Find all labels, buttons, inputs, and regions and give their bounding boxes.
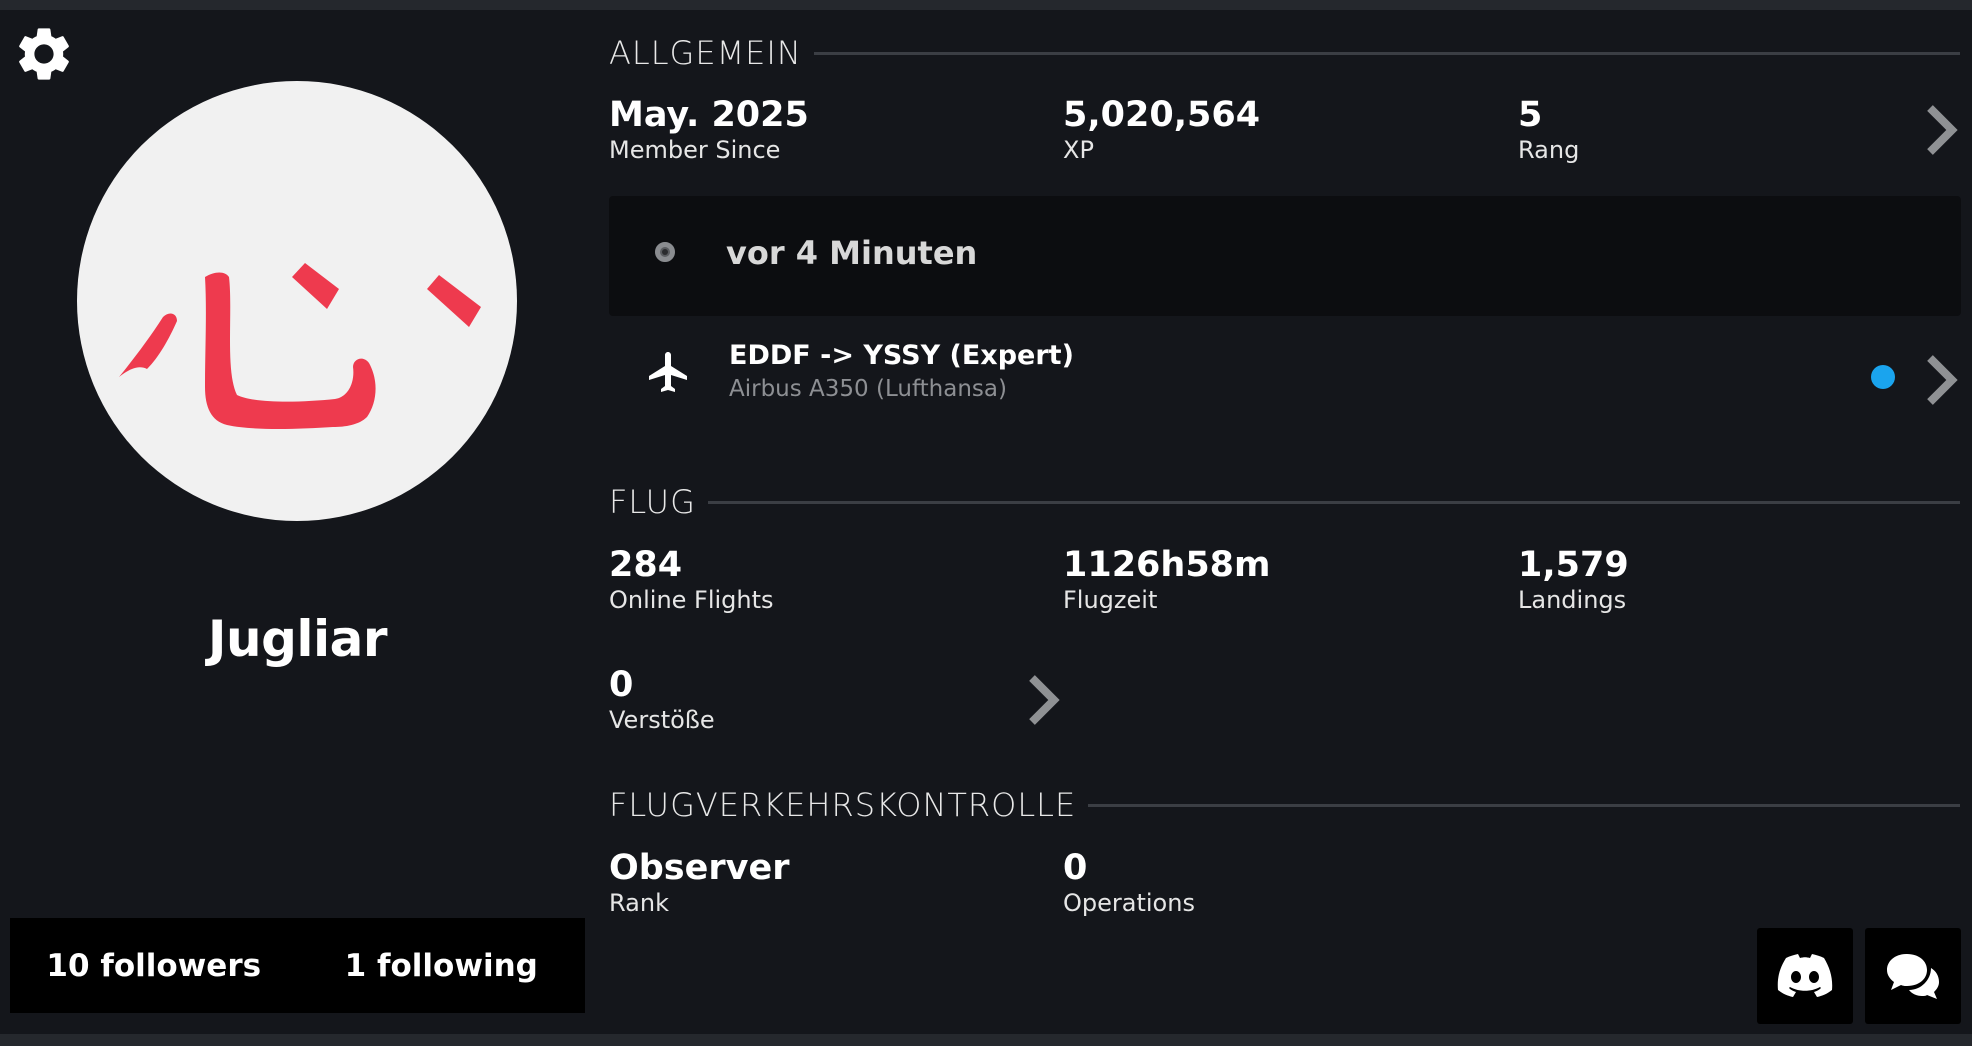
online-flights-value: 284 (609, 545, 683, 585)
followers-link[interactable]: 10 followers (10, 948, 298, 984)
landings-label: Landings (1518, 586, 1627, 614)
chevron-right-icon[interactable] (1024, 672, 1064, 728)
gear-icon[interactable] (12, 22, 76, 86)
chat-icon (1887, 954, 1939, 999)
violations-label: Verstöße (609, 706, 715, 734)
operations-value: 0 (1063, 848, 1088, 888)
section-atc-title: FLUGVERKEHRSKONTROLLE (609, 786, 1077, 824)
operations-stat: 0 Operations (1063, 848, 1195, 918)
flight-time-value: 1126h58m (1063, 545, 1271, 585)
flight-time-label: Flugzeit (1063, 586, 1158, 614)
avatar-glyph-image (119, 263, 481, 429)
rank-label: Rang (1518, 136, 1580, 164)
xp-value: 5,020,564 (1063, 95, 1261, 135)
discord-icon (1777, 954, 1833, 997)
online-flights-stat: 284 Online Flights (609, 545, 774, 615)
divider (813, 51, 1960, 55)
section-atc-header: FLUGVERKEHRSKONTROLLE (609, 786, 1960, 824)
xp-stat: 5,020,564 XP (1063, 95, 1260, 165)
atc-rank-value: Observer (609, 848, 790, 888)
discord-button[interactable] (1757, 928, 1853, 1024)
landings-stat: 1,579 Landings (1518, 545, 1629, 615)
landings-value: 1,579 (1518, 545, 1629, 585)
following-link[interactable]: 1 following (298, 948, 586, 984)
atc-rank-label: Rank (609, 889, 669, 917)
bottom-strip (0, 1034, 1972, 1046)
xp-label: XP (1063, 136, 1094, 164)
member-since-value: May. 2025 (609, 95, 809, 135)
divider (1088, 803, 1960, 807)
chevron-right-icon[interactable] (1922, 352, 1962, 408)
flight-route: EDDF -> YSSY (Expert) (729, 340, 1074, 371)
section-flight-header: FLUG (609, 483, 1960, 521)
violations-value: 0 (609, 665, 634, 705)
follow-bar: 10 followers 1 following (10, 918, 585, 1013)
violations-stat[interactable]: 0 Verstöße (609, 665, 715, 735)
rank-value: 5 (1518, 95, 1543, 135)
username: Jugliar (207, 610, 388, 668)
flight-time-stat: 1126h58m Flugzeit (1063, 545, 1271, 615)
section-general-title: ALLGEMEIN (609, 34, 802, 72)
live-indicator-icon (1871, 365, 1895, 389)
atc-rank-stat: Observer Rank (609, 848, 789, 918)
online-flights-label: Online Flights (609, 586, 774, 614)
operations-label: Operations (1063, 889, 1195, 917)
divider (707, 500, 1960, 504)
section-flight-title: FLUG (609, 483, 696, 521)
offline-status-icon (655, 242, 675, 262)
chat-button[interactable] (1865, 928, 1961, 1024)
member-since-stat: May. 2025 Member Since (609, 95, 809, 165)
last-seen-text: vor 4 Minuten (726, 234, 978, 272)
flight-aircraft: Airbus A350 (Lufthansa) (729, 376, 1007, 402)
avatar[interactable] (77, 81, 517, 521)
section-general-header: ALLGEMEIN (609, 34, 1960, 72)
rank-stat: 5 Rang (1518, 95, 1579, 165)
member-since-label: Member Since (609, 136, 781, 164)
last-seen-card: vor 4 Minuten (609, 196, 1961, 316)
airplane-icon (649, 352, 687, 392)
current-flight-row[interactable]: EDDF -> YSSY (Expert) Airbus A350 (Lufth… (609, 328, 1961, 424)
chevron-right-icon[interactable] (1922, 102, 1962, 158)
